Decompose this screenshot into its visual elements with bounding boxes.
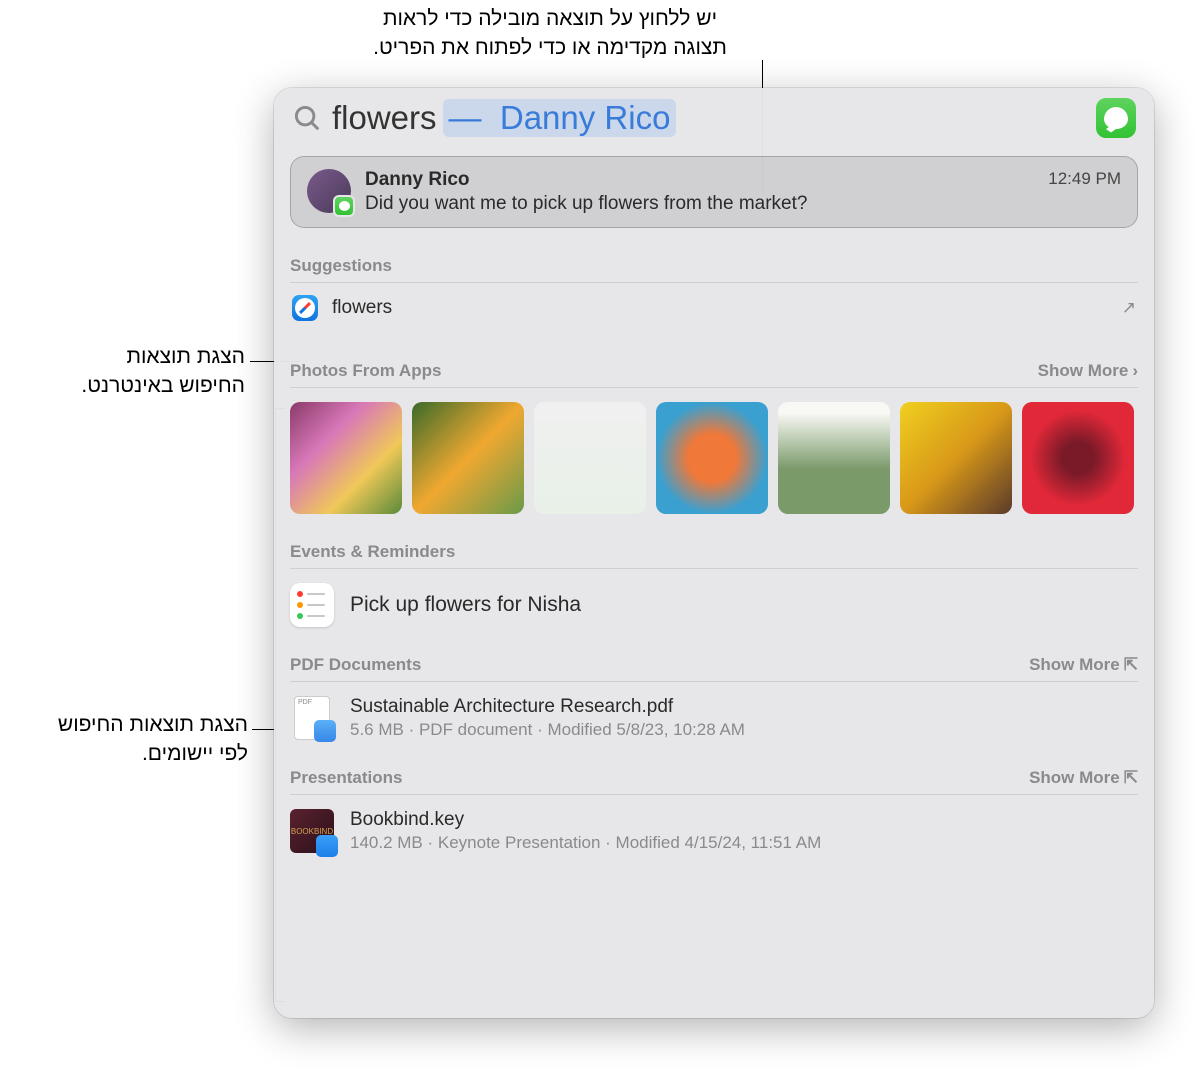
photo-thumbnail[interactable] bbox=[534, 402, 646, 514]
show-more-button[interactable]: Show More ⇱ bbox=[1029, 655, 1138, 675]
top-result-message[interactable]: Danny Rico Did you want me to pick up fl… bbox=[290, 156, 1138, 228]
contact-name: Danny Rico bbox=[365, 169, 1048, 191]
web-search-suggestion[interactable]: flowers ↗ bbox=[290, 283, 1138, 333]
external-link-icon: ⇱ bbox=[1124, 768, 1138, 788]
section-title: Photos From Apps bbox=[290, 361, 441, 381]
external-link-icon: ⇱ bbox=[1124, 655, 1138, 675]
suggestion-text: flowers bbox=[332, 297, 392, 319]
file-name: Sustainable Architecture Research.pdf bbox=[350, 696, 745, 718]
photo-thumbnail[interactable] bbox=[900, 402, 1012, 514]
annotation-line bbox=[252, 729, 276, 730]
photo-thumbnail[interactable] bbox=[290, 402, 402, 514]
messages-app-icon[interactable] bbox=[1096, 98, 1136, 138]
section-presentations: Presentations Show More ⇱ BOOKBIND Bookb… bbox=[290, 768, 1138, 853]
photo-thumbnail[interactable] bbox=[412, 402, 524, 514]
reminder-title: Pick up flowers for Nisha bbox=[350, 593, 581, 617]
reminders-app-icon bbox=[290, 583, 334, 627]
message-time: 12:49 PM bbox=[1048, 169, 1121, 189]
spotlight-window: flowers — Danny Rico Danny Rico Did you … bbox=[274, 88, 1154, 1018]
search-icon bbox=[292, 103, 322, 133]
annotation-web-results: הצגת תוצאות החיפוש באינטרנט. bbox=[30, 342, 245, 401]
search-inline-suggestion[interactable]: — Danny Rico bbox=[443, 99, 677, 137]
keynote-file-item[interactable]: BOOKBIND Bookbind.key 140.2 MB · Keynote… bbox=[290, 809, 1138, 853]
safari-icon bbox=[292, 295, 318, 321]
messages-badge-icon bbox=[333, 195, 355, 217]
search-query: flowers bbox=[332, 99, 437, 137]
file-metadata: 5.6 MB · PDF document · Modified 5/8/23,… bbox=[350, 720, 745, 740]
search-bar[interactable]: flowers — Danny Rico bbox=[274, 88, 1154, 148]
contact-avatar bbox=[307, 169, 351, 213]
annotation-app-results: הצגת תוצאות החיפוש לפי יישומים. bbox=[18, 710, 248, 769]
pdf-file-icon bbox=[290, 696, 334, 740]
file-name: Bookbind.key bbox=[350, 809, 821, 831]
photo-thumbnail[interactable] bbox=[1022, 402, 1134, 514]
show-more-button[interactable]: Show More ⇱ bbox=[1029, 768, 1138, 788]
photo-thumbnail[interactable] bbox=[778, 402, 890, 514]
section-title: PDF Documents bbox=[290, 655, 421, 675]
show-more-button[interactable]: Show More › bbox=[1038, 361, 1138, 381]
section-events-reminders: Events & Reminders Pick up flowers for N… bbox=[290, 542, 1138, 627]
keynote-file-icon: BOOKBIND bbox=[290, 809, 334, 853]
file-metadata: 140.2 MB · Keynote Presentation · Modifi… bbox=[350, 833, 821, 853]
reminder-item[interactable]: Pick up flowers for Nisha bbox=[290, 583, 1138, 627]
section-pdf-documents: PDF Documents Show More ⇱ Sustainable Ar… bbox=[290, 655, 1138, 740]
section-photos: Photos From Apps Show More › bbox=[290, 361, 1138, 514]
photos-row bbox=[290, 402, 1138, 514]
chevron-right-icon: › bbox=[1132, 361, 1138, 381]
section-title: Events & Reminders bbox=[290, 542, 455, 562]
annotation-top-result: יש ללחוץ על תוצאה מובילה כדי לראות תצוגה… bbox=[335, 4, 765, 63]
open-external-icon: ↗ bbox=[1122, 298, 1136, 318]
photo-thumbnail[interactable] bbox=[656, 402, 768, 514]
pdf-file-item[interactable]: Sustainable Architecture Research.pdf 5.… bbox=[290, 696, 1138, 740]
speech-bubble-icon bbox=[1104, 107, 1128, 129]
section-title: Suggestions bbox=[290, 256, 392, 276]
section-title: Presentations bbox=[290, 768, 402, 788]
section-suggestions: Suggestions flowers ↗ bbox=[290, 256, 1138, 333]
message-preview: Did you want me to pick up flowers from … bbox=[365, 193, 1048, 215]
